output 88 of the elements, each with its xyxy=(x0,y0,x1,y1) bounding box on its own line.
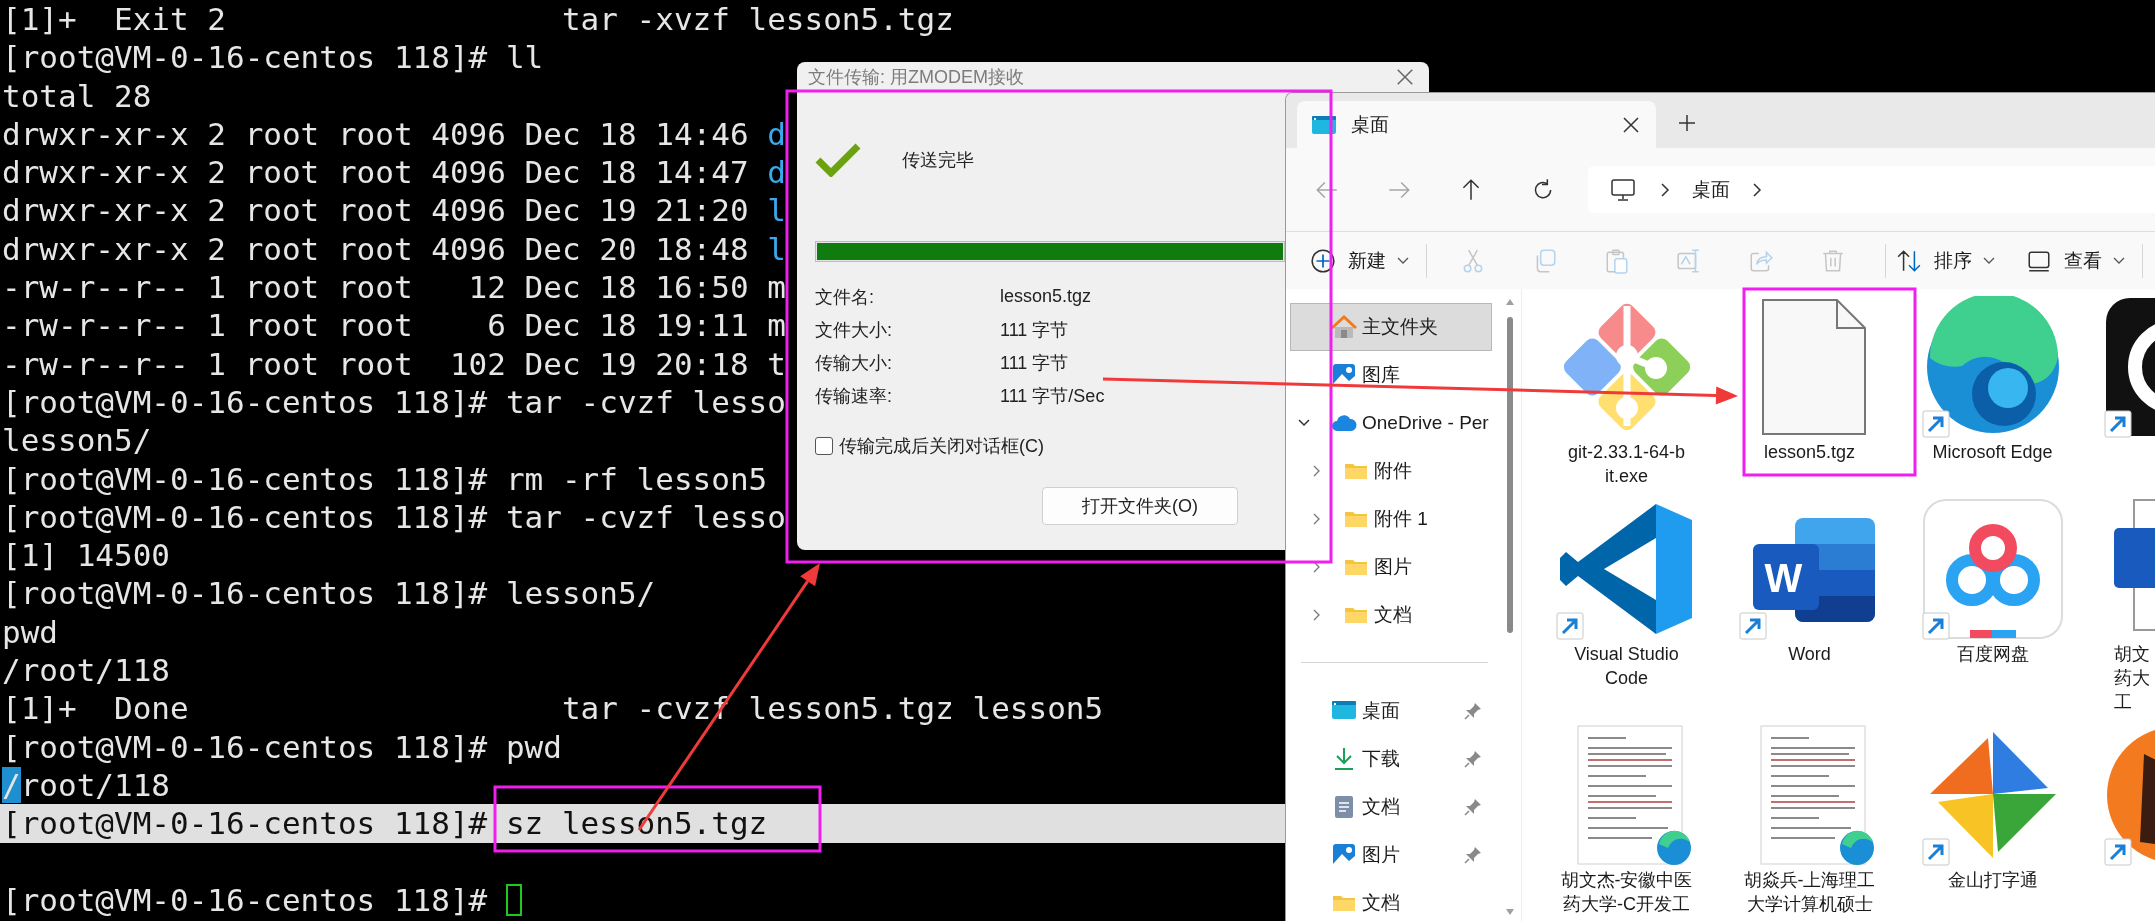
view-button[interactable]: 查看 xyxy=(2026,240,2126,281)
close-tab-button[interactable] xyxy=(1622,115,1640,134)
terminal-line: /root/118 xyxy=(2,765,170,805)
sort-icon xyxy=(1896,247,1922,274)
sidebar-item[interactable]: 桌面 xyxy=(1290,687,1492,735)
sidebar-item[interactable]: 附件 xyxy=(1290,447,1492,495)
sidebar-item[interactable]: 文档 xyxy=(1290,879,1492,921)
sidebar-item[interactable]: 文档 xyxy=(1290,591,1492,639)
sidebar-item[interactable]: 文档 xyxy=(1290,783,1492,831)
close-icon xyxy=(1622,115,1640,134)
open-folder-button[interactable]: 打开文件夹(O) xyxy=(1042,487,1238,525)
sidebar-item[interactable]: 主文件夹 xyxy=(1290,303,1492,351)
field-label: 文件大小: xyxy=(815,318,893,342)
terminal-line: lesson5/ xyxy=(2,421,152,460)
file-name: t xyxy=(767,344,786,383)
terminal-line: [1] 14500 xyxy=(2,536,170,575)
terminal-line: -rw-r--r-- 1 root root 6 Dec 18 19:11 xyxy=(2,306,750,345)
field-label: 传输速率: xyxy=(815,384,893,408)
terminal-line: -rw-r--r-- 1 root root 12 Dec 18 16:50 xyxy=(2,268,750,307)
terminal-line: drwxr-xr-x 2 root root 4096 Dec 19 21:20 xyxy=(2,191,750,230)
file-label[interactable]: git-2.33.1-64-b it.exe xyxy=(1567,440,1686,488)
field-label: 传输大小: xyxy=(815,351,893,375)
picture-icon xyxy=(1331,842,1357,868)
file-name: l xyxy=(767,191,786,230)
sidebar-item[interactable]: 图片 xyxy=(1290,831,1492,879)
terminal-line: /root/118 xyxy=(2,651,170,690)
file-label[interactable]: 胡文 药大 工 xyxy=(2084,642,2150,714)
monitor-icon xyxy=(1610,176,1636,203)
sidebar-item[interactable]: 附件 1 xyxy=(1290,495,1492,543)
window-title: 文件传输: 用ZMODEM接收 xyxy=(808,67,1024,87)
sort-button[interactable]: 排序 xyxy=(1896,240,1996,281)
rename-icon xyxy=(1676,247,1702,274)
field-value: 111 字节 xyxy=(1000,351,1069,375)
close-button[interactable] xyxy=(1395,67,1415,87)
file-name: d xyxy=(767,153,786,192)
field-value: 111 字节 xyxy=(1000,318,1069,342)
terminal-line: drwxr-xr-x 2 root root 4096 Dec 18 14:47 xyxy=(2,153,750,192)
terminal-line: [root@VM-0-16-centos 118]# tar -cvzf lesso xyxy=(2,382,786,422)
terminal-line: pwd xyxy=(2,612,58,652)
add-icon xyxy=(1310,247,1336,274)
terminal-line: [root@VM-0-16-centos 118]# ll xyxy=(2,38,544,77)
terminal-line: [root@VM-0-16-centos 118]# lesson5/ xyxy=(2,574,656,613)
trash-icon xyxy=(1820,247,1846,274)
file-name: m xyxy=(767,268,786,307)
checkbox[interactable] xyxy=(815,437,833,455)
status-text: 传送完毕 xyxy=(902,149,974,172)
plus-icon xyxy=(1678,114,1696,132)
terminal-line: [root@VM-0-16-centos 118]# sz lesson5.tgz xyxy=(2,804,768,843)
terminal-line: total 28 xyxy=(2,76,152,115)
terminal-line: [root@VM-0-16-centos 118]# rm -rf lesson5 xyxy=(2,459,768,498)
terminal-line: drwxr-xr-x 2 root root 4096 Dec 18 14:46 xyxy=(2,114,750,154)
file-label[interactable]: 金山打字通 xyxy=(1947,868,2038,892)
file-label[interactable]: 胡文杰-安徽中医 药大学-C开发工 xyxy=(1560,868,1693,916)
logo-letter: W xyxy=(1764,556,1803,600)
terminal-line: [1]+ Exit 2 tar -xvzf lesson5.tgz xyxy=(2,0,954,39)
field-value: lesson5.tgz xyxy=(1000,286,1092,307)
file-name: l xyxy=(767,229,786,269)
home-icon xyxy=(1331,314,1357,340)
field-value: 111 字节/Sec xyxy=(1000,384,1105,408)
terminal-line: [root@VM-0-16-centos 118]# pwd xyxy=(2,727,562,766)
file-label[interactable]: 胡焱兵-上海理工 大学计算机硕士 xyxy=(1743,868,1876,916)
file-label[interactable]: lesson5.tgz xyxy=(1763,440,1856,464)
file-label[interactable]: 百度网盘 xyxy=(1956,642,2029,666)
sidebar-item[interactable]: 图片 xyxy=(1290,543,1492,591)
cloud-app-icon xyxy=(1921,498,2064,640)
close-icon xyxy=(1395,67,1415,87)
tab[interactable]: 桌面 xyxy=(1297,101,1656,148)
terminal-line: [root@VM-0-16-centos 118]# xyxy=(2,880,489,920)
terminal-line: [root@VM-0-16-centos 118]# tar -cvzf lesso xyxy=(2,497,786,537)
file-label[interactable]: Microsoft Edge xyxy=(1932,440,2053,464)
file-label[interactable]: Visual Studio Code xyxy=(1574,642,1679,690)
chevron-right-icon xyxy=(1750,181,1764,198)
new-button[interactable]: 新建 xyxy=(1310,240,1410,281)
checkbox-label: 传输完成后关闭对话框(C) xyxy=(839,435,1044,458)
field-label: 文件名: xyxy=(815,285,875,309)
file-name: m xyxy=(767,306,786,345)
sidebar-item[interactable]: 下载 xyxy=(1290,735,1492,783)
sidebar-item[interactable]: OneDrive - Per xyxy=(1290,399,1492,447)
chevron-right-icon xyxy=(1658,181,1672,198)
terminal-line: -rw-r--r-- 1 root root 102 Dec 19 20:18 xyxy=(2,344,750,383)
terminal-line: drwxr-xr-x 2 root root 4096 Dec 20 18:48 xyxy=(2,229,750,269)
clipboard-icon xyxy=(1604,247,1630,274)
file-name: d xyxy=(767,114,786,154)
sidebar-item[interactable]: 图库 xyxy=(1290,351,1492,399)
checkmark-icon xyxy=(815,143,861,177)
file-label[interactable]: Word xyxy=(1788,642,1831,666)
address-bar[interactable]: 桌面 xyxy=(1588,166,2155,213)
breadcrumb[interactable]: 桌面 xyxy=(1692,176,1730,203)
